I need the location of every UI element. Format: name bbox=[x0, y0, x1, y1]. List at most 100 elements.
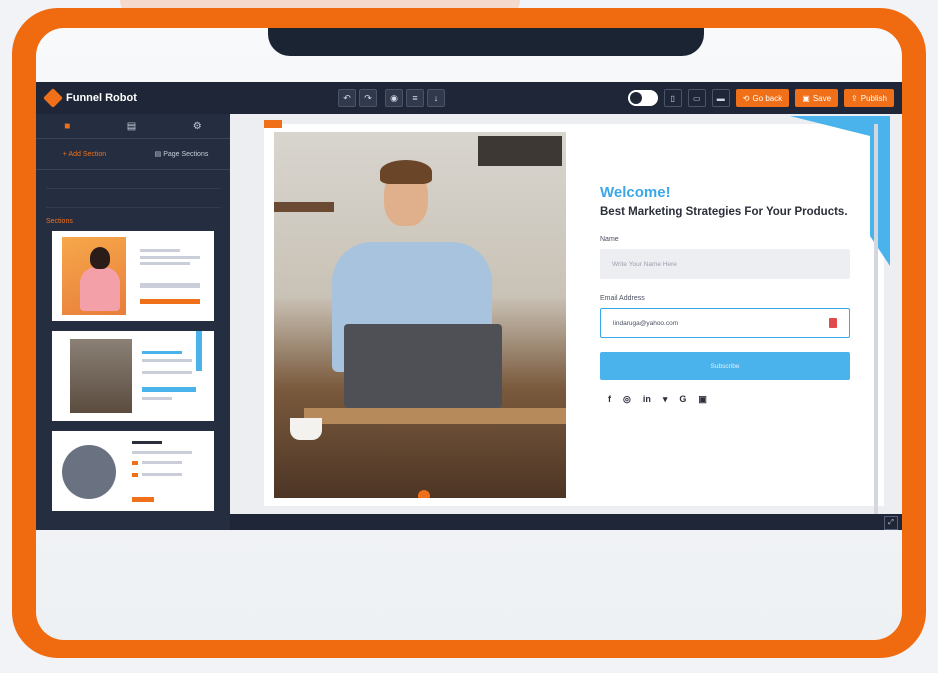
social-links: f ◎ in ▾ G ▣ bbox=[600, 394, 850, 405]
thumbnail-text bbox=[140, 283, 200, 288]
name-input[interactable]: Write Your Name Here bbox=[600, 249, 850, 279]
device-notch bbox=[268, 28, 704, 56]
tab-page-sections-label: Page Sections bbox=[163, 151, 209, 158]
thumbnail-text bbox=[140, 249, 180, 252]
twitter-icon[interactable]: ▾ bbox=[663, 394, 668, 405]
thumbnail-image bbox=[62, 237, 126, 315]
sidebar-icon-tabs: ■ ▤ ⚙ bbox=[36, 114, 230, 139]
photo-laptop bbox=[344, 324, 502, 408]
sections-heading: Sections bbox=[46, 218, 73, 225]
publish-button[interactable]: ⇪ Publish bbox=[844, 89, 894, 107]
welcome-heading: Welcome! bbox=[600, 184, 671, 201]
elements-icon[interactable]: ▤ bbox=[127, 121, 136, 132]
thumbnail-text bbox=[132, 441, 162, 444]
hero-photo[interactable] bbox=[274, 132, 566, 498]
thumbnail-text bbox=[142, 473, 182, 476]
save-label: Save bbox=[812, 93, 832, 103]
linkedin-icon[interactable]: in bbox=[643, 394, 651, 405]
thumbnail-text bbox=[142, 359, 192, 362]
tab-page-sections[interactable]: ▤ Page Sections bbox=[133, 150, 230, 158]
sidebar-row[interactable] bbox=[46, 176, 220, 189]
photo-person-hair bbox=[380, 160, 432, 184]
app-name: Funnel Robot bbox=[66, 92, 137, 104]
sections-icon[interactable]: ■ bbox=[64, 121, 70, 132]
thumbnail-text bbox=[142, 461, 182, 464]
thumbnail-figure bbox=[80, 267, 120, 311]
signup-form: Welcome! Best Marketing Strategies For Y… bbox=[600, 184, 850, 405]
publish-label: Publish bbox=[860, 93, 887, 103]
go-back-label: Go back bbox=[752, 93, 783, 103]
name-label: Name bbox=[600, 236, 619, 243]
section-tag[interactable] bbox=[264, 120, 282, 128]
photo-cup bbox=[290, 418, 322, 440]
publish-icon: ⇪ bbox=[851, 93, 858, 103]
photo-desk bbox=[304, 408, 566, 424]
thumbnail-button bbox=[132, 497, 154, 502]
section-thumbnail[interactable] bbox=[52, 431, 214, 511]
email-label: Email Address bbox=[600, 295, 645, 302]
top-toolbar: Funnel Robot ↶ ↷ ◉ ≡ ↓ ▯ ▭ ▬ ⟲ Go back ▣… bbox=[36, 82, 902, 114]
thumbnail-button bbox=[142, 387, 196, 392]
subscribe-button[interactable]: Subscribe bbox=[600, 352, 850, 380]
device-frame: Funnel Robot ↶ ↷ ◉ ≡ ↓ ▯ ▭ ▬ ⟲ Go back ▣… bbox=[12, 8, 926, 658]
preview-icon[interactable]: ◉ bbox=[385, 89, 403, 107]
view-controls: ◉ ≡ ↓ bbox=[385, 89, 445, 107]
thumbnail-accent bbox=[196, 331, 202, 371]
back-icon: ⟲ bbox=[742, 93, 750, 103]
google-icon[interactable]: G bbox=[679, 394, 686, 405]
add-element-icon[interactable] bbox=[418, 490, 430, 498]
desktop-view-icon[interactable]: ▬ bbox=[711, 89, 730, 107]
mode-toggle[interactable] bbox=[627, 90, 658, 106]
logo-icon bbox=[43, 88, 63, 108]
thumbnail-text bbox=[140, 256, 200, 259]
download-icon[interactable]: ↓ bbox=[427, 89, 445, 107]
app-logo: Funnel Robot bbox=[43, 88, 306, 108]
toolbar-right: ▯ ▭ ▬ ⟲ Go back ▣ Save ⇪ Publish bbox=[627, 89, 894, 107]
headline: Best Marketing Strategies For Your Produ… bbox=[600, 206, 848, 218]
bottom-bar: ⤢ bbox=[230, 514, 902, 530]
facebook-icon[interactable]: f bbox=[608, 394, 611, 405]
thumbnail-text bbox=[140, 262, 190, 265]
funnel-builder-app: Funnel Robot ↶ ↷ ◉ ≡ ↓ ▯ ▭ ▬ ⟲ Go back ▣… bbox=[36, 82, 902, 530]
password-manager-icon[interactable] bbox=[829, 318, 837, 328]
email-input[interactable]: lindaruga@yahoo.com bbox=[600, 308, 850, 338]
editor-canvas: Welcome! Best Marketing Strategies For Y… bbox=[230, 114, 902, 516]
thumbnail-button bbox=[140, 299, 200, 304]
instagram-icon[interactable]: ◎ bbox=[623, 394, 631, 405]
settings-icon[interactable]: ⚙ bbox=[193, 121, 202, 132]
device-screen: Funnel Robot ↶ ↷ ◉ ≡ ↓ ▯ ▭ ▬ ⟲ Go back ▣… bbox=[36, 28, 902, 640]
youtube-icon[interactable]: ▣ bbox=[698, 394, 707, 405]
thumbnail-text bbox=[142, 371, 192, 374]
thumbnail-figure bbox=[90, 247, 110, 269]
go-back-button[interactable]: ⟲ Go back bbox=[735, 89, 790, 107]
tab-add-section-label: Add Section bbox=[68, 150, 107, 158]
tablet-view-icon[interactable]: ▭ bbox=[687, 89, 706, 107]
undo-icon[interactable]: ↶ bbox=[338, 89, 356, 107]
canvas-scrollbar[interactable] bbox=[874, 124, 878, 516]
save-button[interactable]: ▣ Save bbox=[795, 89, 839, 107]
save-icon: ▣ bbox=[802, 93, 810, 103]
layers-icon[interactable]: ≡ bbox=[406, 89, 424, 107]
sidebar-tabs: + Add Section ▤ Page Sections bbox=[36, 139, 230, 170]
photo-wall-frame bbox=[478, 136, 562, 166]
section-thumbnail[interactable] bbox=[52, 331, 214, 421]
mobile-view-icon[interactable]: ▯ bbox=[663, 89, 682, 107]
thumbnail-image bbox=[70, 339, 132, 413]
tab-add-section[interactable]: + Add Section bbox=[36, 151, 133, 158]
sidebar-row[interactable] bbox=[46, 195, 220, 208]
redo-icon[interactable]: ↷ bbox=[359, 89, 377, 107]
section-thumbnail[interactable] bbox=[52, 231, 214, 321]
sidebar: ■ ▤ ⚙ + Add Section ▤ Page Sections Sect… bbox=[36, 114, 230, 530]
thumbnail-button bbox=[132, 461, 138, 465]
history-controls: ↶ ↷ bbox=[338, 89, 377, 107]
thumbnail-text bbox=[142, 351, 182, 354]
photo-shelf bbox=[274, 202, 334, 212]
thumbnail-button bbox=[132, 473, 138, 477]
email-value: lindaruga@yahoo.com bbox=[613, 319, 679, 327]
thumbnail-image bbox=[62, 445, 116, 499]
thumbnail-text bbox=[142, 397, 172, 400]
landing-page-section[interactable]: Welcome! Best Marketing Strategies For Y… bbox=[264, 116, 890, 516]
toggle-knob bbox=[629, 92, 642, 104]
expand-icon[interactable]: ⤢ bbox=[884, 516, 898, 530]
thumbnail-text bbox=[132, 451, 192, 454]
